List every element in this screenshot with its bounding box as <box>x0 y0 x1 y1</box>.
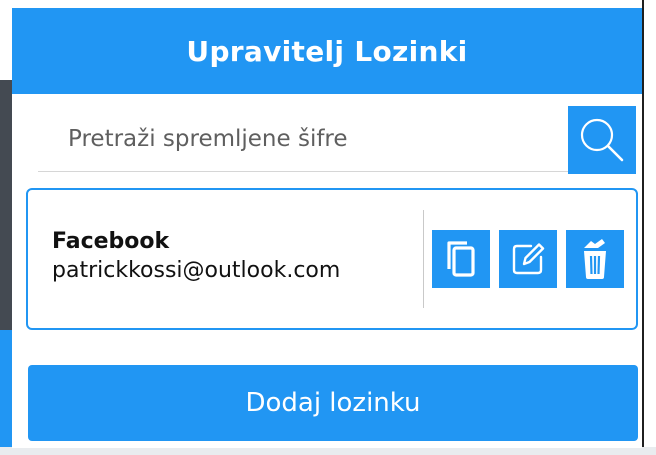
edit-entry-button[interactable] <box>499 230 557 288</box>
background-page-accent-left <box>0 330 12 455</box>
entry-details: Facebook patrickkossi@outlook.com <box>52 228 422 286</box>
entry-divider <box>423 210 424 308</box>
search-bar <box>38 106 636 174</box>
password-manager-popup: Upravitelj Lozinki Facebook patrickkossi… <box>12 8 642 448</box>
background-page-edge-bottom <box>0 447 656 455</box>
search-icon <box>577 115 627 165</box>
background-page-edge-right <box>642 0 656 455</box>
delete-entry-button[interactable] <box>566 230 624 288</box>
edit-icon <box>509 240 547 278</box>
password-entry-card: Facebook patrickkossi@outlook.com <box>26 188 638 330</box>
search-button[interactable] <box>568 106 636 174</box>
delete-icon <box>577 238 613 280</box>
entry-site-name: Facebook <box>52 229 170 254</box>
popup-title: Upravitelj Lozinki <box>186 34 468 68</box>
add-password-button[interactable]: Dodaj lozinku <box>28 365 638 441</box>
copy-password-button[interactable] <box>432 230 490 288</box>
copy-icon <box>443 239 479 279</box>
search-input[interactable] <box>38 106 568 172</box>
screen: Upravitelj Lozinki Facebook patrickkossi… <box>0 0 656 455</box>
entry-username: patrickkossi@outlook.com <box>52 258 341 283</box>
popup-header: Upravitelj Lozinki <box>12 8 642 94</box>
